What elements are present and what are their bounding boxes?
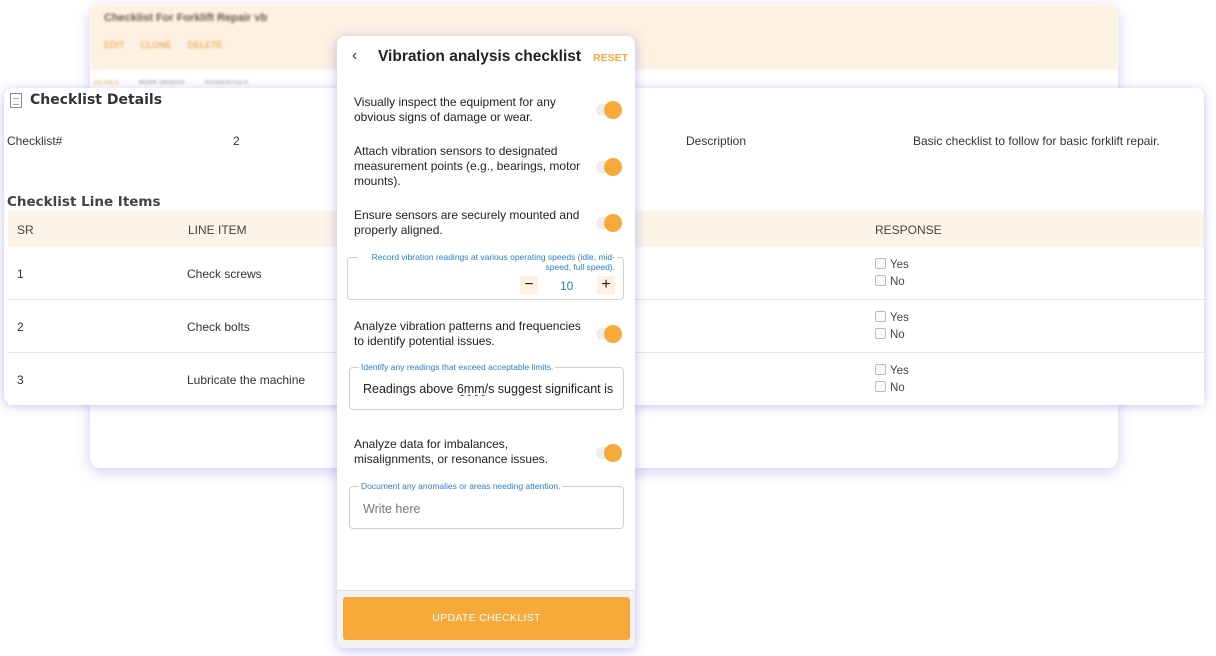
checklist-item-label: Visually inspect the equipment for any o… <box>354 95 556 124</box>
column-response: RESPONSE <box>875 223 942 237</box>
row-line-item: Check bolts <box>187 320 250 334</box>
toggle-knob <box>604 214 622 232</box>
response-no[interactable]: No <box>875 380 909 397</box>
vibration-checklist-panel: ‹ Vibration analysis checklist RESET Vis… <box>337 36 635 648</box>
background-clone-action: CLONE <box>140 40 172 50</box>
response-no[interactable]: No <box>875 327 909 344</box>
yes-label: Yes <box>890 365 909 377</box>
stepper-value[interactable]: 10 <box>560 279 573 293</box>
row-line-item: Check screws <box>187 267 262 281</box>
background-tab-details: DETAILS <box>94 80 119 86</box>
panel-header: ‹ Vibration analysis checklist RESET <box>337 36 635 80</box>
panel-footer: UPDATE CHECKLIST <box>337 590 635 648</box>
checklist-number-label: Checklist# <box>7 134 63 148</box>
document-icon <box>10 92 22 108</box>
background-tab-associated: ASSOCIATED A <box>204 80 249 86</box>
description-label: Description <box>686 134 747 148</box>
checklist-item-toggle[interactable] <box>596 158 622 176</box>
yes-checkbox[interactable] <box>875 364 886 375</box>
toggle-knob <box>604 444 622 462</box>
description-value: Basic checklist to follow for basic fork… <box>913 134 1160 148</box>
row-sr: 3 <box>17 373 24 387</box>
response-yes[interactable]: Yes <box>875 363 909 380</box>
checklist-item-toggle[interactable] <box>596 214 622 232</box>
checklist-number-value: 2 <box>233 134 240 148</box>
no-checkbox[interactable] <box>875 381 886 392</box>
checklist-item-toggle[interactable] <box>596 444 622 462</box>
checklist-details-title: Checklist Details <box>30 92 163 108</box>
background-delete-action: DELETE <box>187 40 223 50</box>
row-response: Yes No <box>875 310 909 344</box>
toggle-knob <box>604 325 622 343</box>
panel-title: Vibration analysis checklist <box>378 48 582 65</box>
reset-button[interactable]: RESET <box>593 52 628 64</box>
update-checklist-button[interactable]: UPDATE CHECKLIST <box>343 597 630 640</box>
stepper-label: Record vibration readings at various ope… <box>358 252 617 272</box>
value-prefix: Readings above <box>363 382 457 396</box>
anomalies-field[interactable]: Document any anomalies or areas needing … <box>349 481 624 529</box>
checklist-item-label: Analyze data for imbalances, misalignmen… <box>354 437 549 466</box>
no-checkbox[interactable] <box>875 328 886 339</box>
yes-label: Yes <box>890 312 909 324</box>
yes-checkbox[interactable] <box>875 311 886 322</box>
spellcheck-flagged-word: 6mm <box>456 382 485 396</box>
response-yes[interactable]: Yes <box>875 257 909 274</box>
checklist-item-label: Ensure sensors are securely mounted and … <box>354 208 580 237</box>
checklist-item-toggle[interactable] <box>596 325 622 343</box>
row-line-item: Lubricate the machine <box>187 373 306 387</box>
row-sr: 2 <box>17 320 24 334</box>
decrement-button[interactable]: − <box>520 276 538 294</box>
response-no[interactable]: No <box>875 274 909 291</box>
background-title: Checklist For Forklift Repair vb <box>104 12 268 24</box>
response-yes[interactable]: Yes <box>875 310 909 327</box>
checklist-item-label: Attach vibration sensors to designated m… <box>354 144 581 188</box>
yes-checkbox[interactable] <box>875 258 886 269</box>
row-response: Yes No <box>875 257 909 291</box>
row-sr: 1 <box>17 267 24 281</box>
yes-label: Yes <box>890 259 909 271</box>
row-response: Yes No <box>875 363 909 397</box>
checklist-details-heading: Checklist Details <box>10 92 162 108</box>
vibration-readings-stepper: Record vibration readings at various ope… <box>347 252 624 300</box>
background-edit-action: EDIT <box>104 40 125 50</box>
toggle-knob <box>604 101 622 119</box>
checklist-item-label: Analyze vibration patterns and frequenci… <box>354 319 581 348</box>
value-suffix: /s suggest significant is <box>484 382 614 396</box>
no-checkbox[interactable] <box>875 275 886 286</box>
anomalies-label: Document any anomalies or areas needing … <box>359 481 563 491</box>
no-label: No <box>890 329 905 341</box>
checklist-item-toggle[interactable] <box>596 101 622 119</box>
line-items-title: Checklist Line Items <box>7 194 161 210</box>
no-label: No <box>890 382 905 394</box>
anomalies-placeholder[interactable]: Write here <box>363 502 420 516</box>
column-line-item: LINE ITEM <box>188 223 247 237</box>
readings-limit-value[interactable]: Readings above 6mm/s suggest significant… <box>363 382 617 396</box>
increment-button[interactable]: + <box>597 276 615 294</box>
toggle-knob <box>604 158 622 176</box>
readings-limit-label: Identify any readings that exceed accept… <box>359 362 556 372</box>
background-tab-work-orders: WORK ORDERS <box>138 80 185 86</box>
back-chevron-icon[interactable]: ‹ <box>352 47 357 65</box>
no-label: No <box>890 276 905 288</box>
column-sr: SR <box>17 223 34 237</box>
readings-limit-field[interactable]: Identify any readings that exceed accept… <box>349 362 624 410</box>
